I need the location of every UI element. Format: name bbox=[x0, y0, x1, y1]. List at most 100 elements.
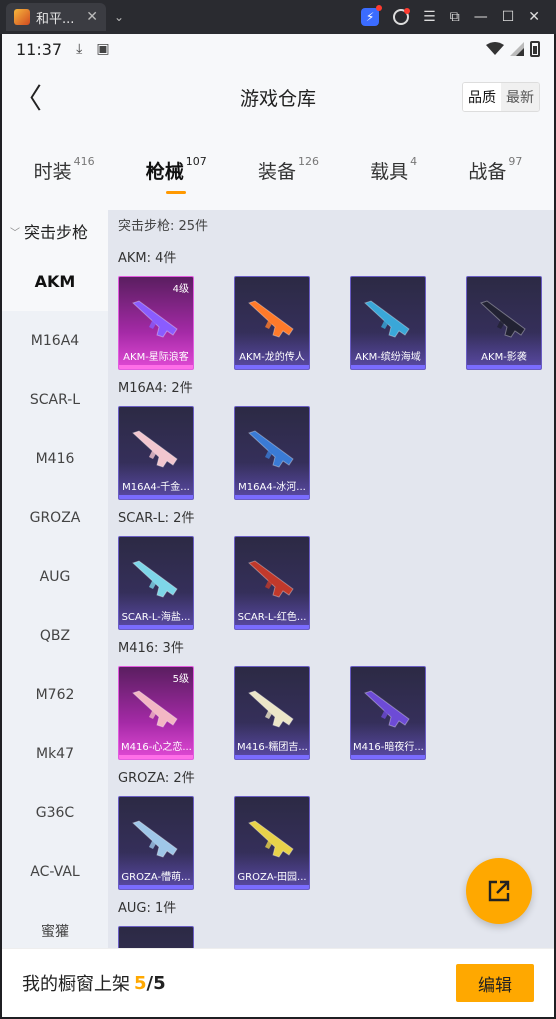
sidebar-group-assault-rifles[interactable]: ﹀ 突击步枪 bbox=[2, 210, 108, 252]
weapon-card[interactable]: GROZA-懵萌... bbox=[118, 796, 194, 890]
page-header: 〈 游戏仓库 品质 最新 bbox=[2, 64, 554, 130]
tab-equipment[interactable]: 装备 126 bbox=[257, 154, 319, 184]
tab-label: 时装 bbox=[33, 160, 72, 183]
weapon-group-title: GROZA: 2件 bbox=[118, 771, 195, 786]
sidebar-item[interactable]: M416 bbox=[2, 429, 108, 488]
weapon-card[interactable]: SCAR-L-海盐... bbox=[118, 536, 194, 630]
weapon-card[interactable]: SCAR-L-红色... bbox=[234, 536, 310, 630]
shelf-count: 5 bbox=[134, 972, 147, 994]
card-name: M16A4-千金... bbox=[122, 482, 190, 493]
rarity-bar bbox=[235, 365, 309, 369]
weapon-card[interactable]: 5级 M416-心之恋... bbox=[118, 666, 194, 760]
weapon-card-row: 4级 AKM-星际浪客 AKM-龙的传人 AKM-缤纷海域 AKM-影袭 bbox=[118, 270, 554, 374]
card-name: AKM-星际浪客 bbox=[123, 352, 189, 363]
sidebar-item[interactable]: SCAR-L bbox=[2, 370, 108, 429]
card-name: AKM-龙的传人 bbox=[239, 352, 305, 363]
download-icon: ⤓ bbox=[76, 41, 83, 57]
weapon-card[interactable]: AKM-龙的传人 bbox=[234, 276, 310, 370]
tab-count: 126 bbox=[297, 154, 319, 168]
tab-label: 枪械 bbox=[145, 160, 184, 183]
sidebar-item[interactable]: GROZA bbox=[2, 488, 108, 547]
weapon-card-row: 5级 M416-心之恋... M416-糯团吉... M416-暗夜行... bbox=[118, 660, 554, 764]
browser-tab[interactable]: 和平... ✕ bbox=[6, 3, 106, 31]
tab-weapons[interactable]: 枪械 107 bbox=[145, 155, 207, 194]
rifle-icon bbox=[480, 300, 526, 338]
tab-label: 载具 bbox=[370, 160, 409, 183]
tab-count: 416 bbox=[73, 154, 95, 168]
weapon-card[interactable] bbox=[118, 926, 194, 948]
screenshot-icon[interactable]: ⧉ bbox=[450, 9, 460, 25]
tab-title: 和平... bbox=[36, 11, 75, 27]
window-chrome: 和平... ✕ ⌄ ⚡ ☰ ⧉ — ☐ ✕ bbox=[0, 0, 556, 34]
shelf-total: /5 bbox=[146, 972, 166, 994]
sidebar-item[interactable]: Mk47 bbox=[2, 724, 108, 783]
rarity-bar bbox=[351, 365, 425, 369]
tab-label: 装备 bbox=[257, 160, 296, 183]
card-name: M416-暗夜行... bbox=[353, 742, 424, 753]
sidebar-group-label: 突击步枪 bbox=[24, 223, 89, 242]
notification-dot bbox=[376, 5, 383, 11]
category-tabs: 时装 416 枪械 107 装备 126 载具 4 战备 97 bbox=[2, 130, 554, 210]
weapon-card[interactable]: GROZA-田园... bbox=[234, 796, 310, 890]
weapon-card[interactable]: M416-糯团吉... bbox=[234, 666, 310, 760]
active-tab-indicator bbox=[165, 190, 186, 194]
card-level-badge: 5级 bbox=[172, 674, 189, 685]
weapon-card[interactable]: M416-暗夜行... bbox=[350, 666, 426, 760]
tab-label: 战备 bbox=[468, 160, 507, 183]
section-title: 突击步枪: 25件 bbox=[118, 219, 209, 234]
tab-close-icon[interactable]: ✕ bbox=[86, 9, 98, 25]
sidebar-item[interactable]: G36C bbox=[2, 783, 108, 842]
bolt-icon[interactable]: ⚡ bbox=[361, 5, 383, 26]
rarity-bar bbox=[119, 885, 193, 889]
sort-option-latest[interactable]: 最新 bbox=[501, 83, 539, 111]
weapon-sidebar: ﹀ 突击步枪 AKM M16A4 SCAR-L M416 GROZA AUG QBZ M762… bbox=[2, 210, 108, 948]
account-icon[interactable] bbox=[393, 8, 411, 25]
tab-vehicles[interactable]: 载具 4 bbox=[370, 154, 418, 184]
card-name: GROZA-田园... bbox=[237, 872, 307, 883]
sidebar-item[interactable]: QBZ bbox=[2, 606, 108, 665]
sidebar-item[interactable]: 蜜獾 bbox=[2, 901, 108, 948]
weapon-card-row: SCAR-L-海盐... SCAR-L-红色... bbox=[118, 530, 554, 634]
sidebar-item[interactable]: AKM bbox=[2, 252, 108, 311]
minimize-icon[interactable]: — bbox=[474, 9, 488, 25]
inventory-body: ﹀ 突击步枪 AKM M16A4 SCAR-L M416 GROZA AUG QBZ M762… bbox=[2, 210, 554, 948]
card-name: GROZA-懵萌... bbox=[121, 872, 191, 883]
maximize-icon[interactable]: ☐ bbox=[502, 9, 515, 25]
weapon-card[interactable]: M16A4-冰河... bbox=[234, 406, 310, 500]
sidebar-item[interactable]: M16A4 bbox=[2, 311, 108, 370]
edit-button[interactable]: 编辑 bbox=[456, 964, 534, 1002]
rifle-icon bbox=[248, 690, 294, 728]
sidebar-item[interactable]: M762 bbox=[2, 665, 108, 724]
close-window-icon[interactable]: ✕ bbox=[528, 9, 540, 25]
weapon-card[interactable]: M16A4-千金... bbox=[118, 406, 194, 500]
app-favicon-icon bbox=[14, 9, 30, 25]
menu-icon[interactable]: ☰ bbox=[423, 9, 436, 25]
rarity-bar bbox=[235, 885, 309, 889]
sidebar-item[interactable]: AC-VAL bbox=[2, 842, 108, 901]
weapon-card[interactable]: 4级 AKM-星际浪客 bbox=[118, 276, 194, 370]
tab-battle-prep[interactable]: 战备 97 bbox=[468, 155, 522, 184]
back-button[interactable]: 〈 bbox=[14, 82, 42, 115]
card-level-badge: 4级 bbox=[172, 284, 189, 295]
weapon-card[interactable]: AKM-影袭 bbox=[466, 276, 542, 370]
window-controls: ⚡ ☰ ⧉ — ☐ ✕ bbox=[361, 5, 556, 26]
rifle-icon bbox=[132, 300, 178, 338]
rifle-icon bbox=[132, 430, 178, 468]
bottom-bar: 我的橱窗上架 5 /5 编辑 bbox=[2, 948, 554, 1017]
share-button[interactable] bbox=[466, 858, 532, 924]
weapon-group-title: SCAR-L: 2件 bbox=[118, 511, 195, 526]
battery-icon bbox=[530, 41, 540, 57]
sidebar-item[interactable]: AUG bbox=[2, 547, 108, 606]
rifle-icon bbox=[364, 690, 410, 728]
rarity-bar bbox=[119, 755, 193, 759]
tab-count: 4 bbox=[410, 154, 418, 168]
weapon-card[interactable]: AKM-缤纷海域 bbox=[350, 276, 426, 370]
rarity-bar bbox=[119, 365, 193, 369]
share-icon bbox=[488, 880, 510, 902]
weapon-grid: 突击步枪: 25件 AKM: 4件 4级 AKM-星际浪客 AKM-龙的传人 AKM-缤… bbox=[108, 210, 554, 948]
sort-option-quality[interactable]: 品质 bbox=[463, 83, 501, 111]
tab-dropdown-icon[interactable]: ⌄ bbox=[114, 10, 124, 24]
rifle-icon bbox=[248, 300, 294, 338]
tab-outfits[interactable]: 时装 416 bbox=[33, 154, 95, 184]
card-name: AKM-影袭 bbox=[481, 352, 527, 363]
